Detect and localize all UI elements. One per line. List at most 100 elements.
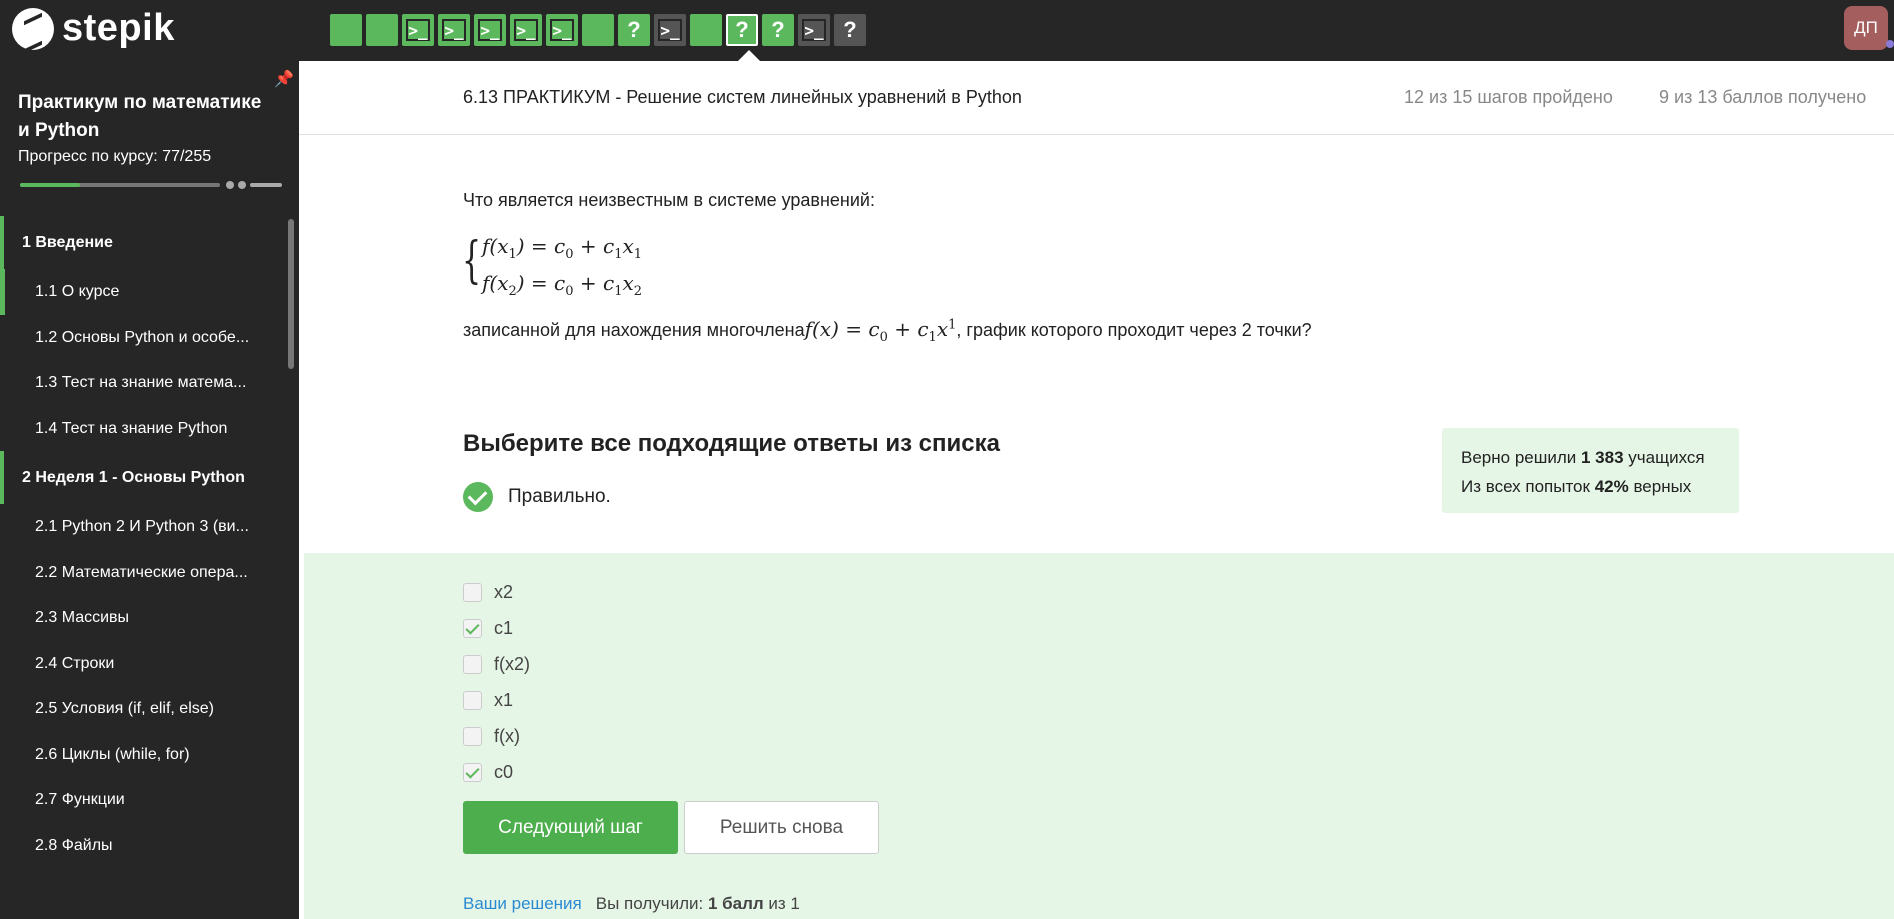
quiz-step-icon: ? [627,17,641,42]
lesson-steps: >_ >_ >_ >_ >_? >_?? >_? [330,14,866,46]
stats-solved-pre: Верно решили [1461,448,1581,467]
toc-lesson[interactable]: 2.1 Python 2 И Python 3 (ви... [0,504,290,550]
step-2[interactable] [366,14,398,46]
stepik-logo-icon [12,7,54,50]
user-avatar[interactable]: ДП [1844,6,1888,50]
option-label: f(x2) [494,653,530,674]
lesson-title: 6.13 ПРАКТИКУМ - Решение систем линейных… [463,87,1022,107]
stats-solved-post: учащихся [1623,448,1705,467]
option-checkbox[interactable] [463,654,482,674]
course-sidebar: 📌 Практикум по математике и Python Прогр… [0,61,299,919]
stats-attempts-percent: 42% [1594,477,1629,496]
option-checkbox[interactable] [463,618,482,638]
solve-stats: Верно решили 1 383 учащихся Из всех попы… [1442,428,1739,513]
lesson-header: 6.13 ПРАКТИКУМ - Решение систем линейных… [299,61,1894,135]
course-toc: 1 Введение 1.1 О курсе 1.2 Основы Python и… [0,216,290,868]
option-checkbox[interactable] [463,690,482,710]
toc-lesson[interactable]: 1.2 Основы Python и особе... [0,315,290,361]
toc-lesson[interactable]: 2.6 Циклы (while, for) [0,732,290,778]
brace-glyph: { [462,231,482,289]
option-label: c0 [494,761,514,782]
answer-option[interactable]: c0 [463,754,530,790]
toc-lesson[interactable]: 2.3 Массивы [0,595,290,641]
toc-lesson[interactable]: 1.4 Тест на знание Python [0,406,290,452]
step-12[interactable]: ? [726,14,758,46]
option-label: c1 [494,617,514,638]
next-step-button[interactable]: Следующий шаг [463,801,678,854]
step-4[interactable]: >_ [438,14,470,46]
stats-attempts: Из всех попыток 42% верных [1461,472,1720,501]
answer-option[interactable]: x1 [463,682,530,718]
code-step-icon: >_ [514,19,538,41]
stats-solved-count: 1 383 [1581,448,1624,467]
progress-dot [238,181,246,189]
step-8[interactable] [582,14,614,46]
top-navbar: stepik >_ >_ >_ >_ >_? >_?? >_? ДП [0,0,1894,61]
step-9[interactable]: ? [618,14,650,46]
code-step-icon: >_ [442,19,466,41]
toc-lesson[interactable]: 2.4 Строки [0,641,290,687]
step-5[interactable]: >_ [474,14,506,46]
step-10[interactable]: >_ [654,14,686,46]
answer-option[interactable]: c1 [463,610,530,646]
option-checkbox[interactable] [463,726,482,746]
sentence-end: , график которого проходит через 2 точки… [956,320,1312,340]
submission-footer: Ваши решения Вы получили: 1 балл из 1 [463,894,800,914]
step-1[interactable] [330,14,362,46]
option-label: x2 [494,581,514,602]
toc-section[interactable]: 1 Введение [0,216,290,269]
steps-progress: 12 из 15 шагов пройдено [1404,87,1613,107]
toc-lesson[interactable]: 1.1 О курсе [0,269,290,315]
sidebar-scrollbar[interactable] [288,219,294,369]
toc-lesson[interactable]: 2.2 Математические опера... [0,550,290,596]
code-step-icon: >_ [658,19,682,41]
progress-dot [226,181,234,189]
step-3[interactable]: >_ [402,14,434,46]
option-checkbox[interactable] [463,582,482,602]
answer-panel [304,553,1894,919]
answer-option[interactable]: x2 [463,574,530,610]
quiz-step-icon: ? [843,17,857,42]
stats-attempts-post: верных [1628,477,1692,496]
toc-lesson[interactable]: 2.7 Функции [0,777,290,823]
step-15[interactable]: ? [834,14,866,46]
option-checkbox[interactable] [463,762,482,782]
quiz-step-icon: ? [771,17,785,42]
stepik-logo[interactable]: stepik [12,7,175,50]
logo-text: stepik [62,7,175,49]
step-13[interactable]: ? [762,14,794,46]
code-step-icon: >_ [406,19,430,41]
step-6[interactable]: >_ [510,14,542,46]
received-score: Вы получили: 1 балл из 1 [596,894,800,913]
notification-dot [1886,40,1894,48]
equation-2: f(x2) = c0 + c1x2 [482,271,643,299]
received-post: из 1 [763,894,800,913]
answer-option[interactable]: f(x2) [463,646,530,682]
solve-again-button[interactable]: Решить снова [684,801,879,854]
code-step-icon: >_ [550,19,574,41]
progress-tail [250,183,282,187]
polynomial-formula: f(x) = c0 + c1x1 [804,317,957,345]
toc-lesson[interactable]: 1.3 Тест на знание матема... [0,360,290,406]
answer-option[interactable]: f(x) [463,718,530,754]
step-7[interactable]: >_ [546,14,578,46]
step-14[interactable]: >_ [798,14,830,46]
check-circle-icon [463,482,493,512]
toc-lesson[interactable]: 2.8 Файлы [0,823,290,869]
answer-options: x2 c1 f(x2) x1 f(x) c0 [463,574,530,790]
quiz-step-icon: ? [735,17,749,42]
pin-icon[interactable]: 📌 [274,69,294,89]
step-11[interactable] [690,14,722,46]
your-solutions-link[interactable]: Ваши решения [463,894,582,913]
question-sentence: записанной для нахождения многочленаf(x)… [463,317,1312,345]
status-text: Правильно. [508,486,611,507]
course-progress-fill [20,183,81,187]
toc-section[interactable]: 2 Неделя 1 - Основы Python [0,451,290,504]
course-title[interactable]: Практикум по математике и Python [18,89,278,145]
answer-title: Выберите все подходящие ответы из списка [463,430,1000,457]
option-label: x1 [494,689,514,710]
toc-lesson[interactable]: 2.5 Условия (if, elif, else) [0,686,290,732]
stats-solved: Верно решили 1 383 учащихся [1461,443,1720,472]
equation-1: f(x1) = c0 + c1x1 [482,234,643,262]
course-progress-bar [20,183,220,187]
